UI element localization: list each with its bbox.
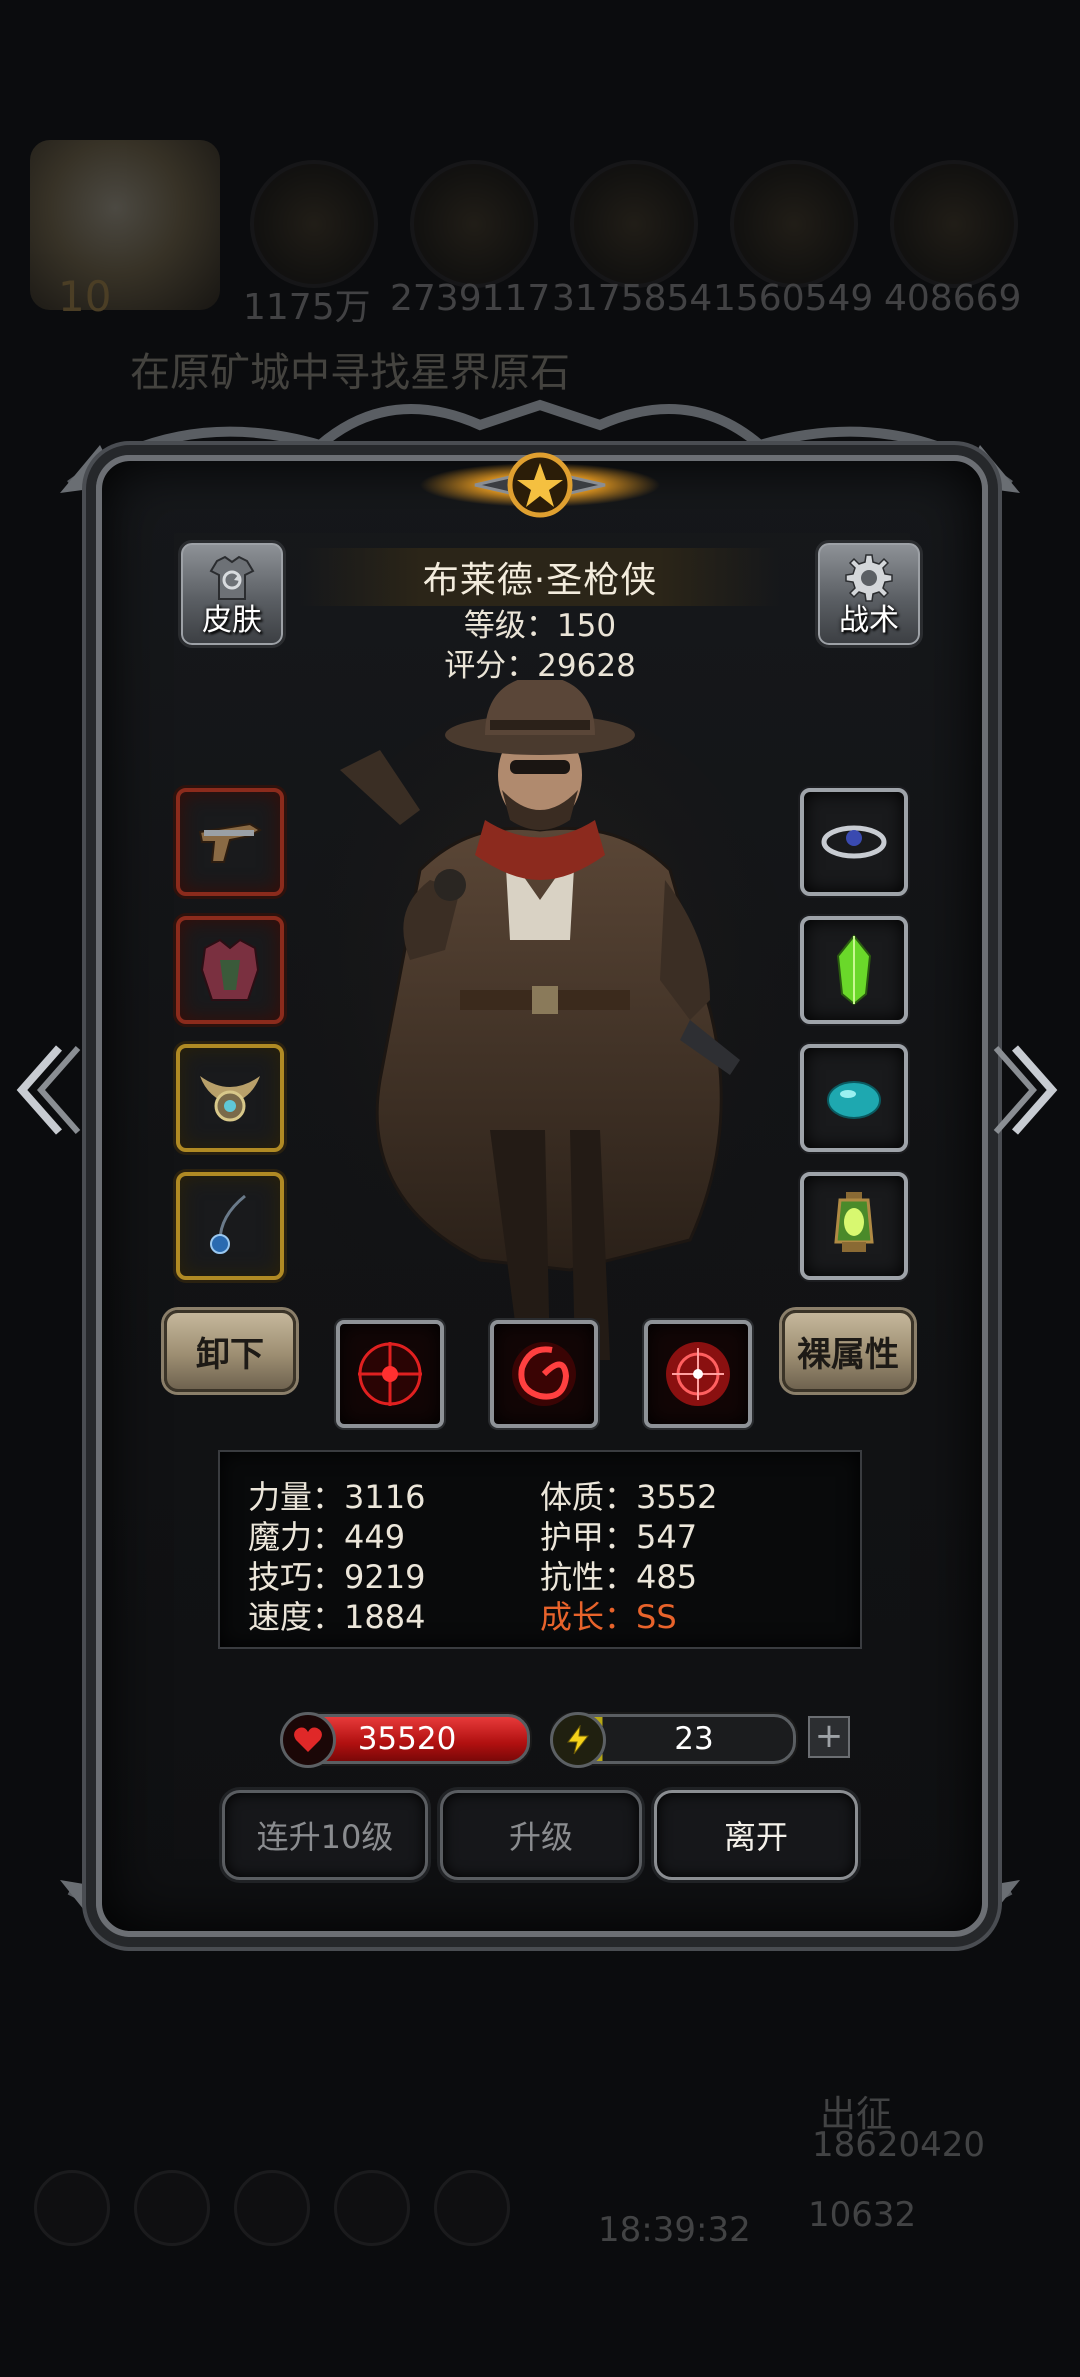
equipment-slot-amulet[interactable] — [176, 1044, 284, 1152]
gem-icon — [827, 1081, 881, 1119]
equipment-slot-pendant[interactable] — [176, 1172, 284, 1280]
base-attributes-button[interactable]: 裸属性 — [782, 1310, 914, 1392]
menu-icon — [434, 2170, 510, 2246]
equipment-slot-weapon[interactable] — [176, 788, 284, 896]
emblem-icon — [420, 452, 660, 518]
tactics-label: 战术 — [839, 603, 899, 638]
secondary-value: 10632 — [808, 2195, 917, 2235]
resource-icon — [570, 160, 698, 288]
menu-icon — [234, 2170, 310, 2246]
level-up-button[interactable]: 升级 — [440, 1790, 642, 1880]
unequip-button[interactable]: 卸下 — [164, 1310, 296, 1392]
hp-heart-badge — [280, 1712, 336, 1768]
resource-value: 408669 — [884, 278, 1022, 319]
ring-icon — [821, 825, 887, 859]
pistol-icon — [198, 822, 262, 863]
stat-speed: 速度：1884 — [248, 1598, 426, 1636]
crystal-icon — [836, 934, 872, 1006]
level-up-10-button[interactable]: 连升10级 — [222, 1790, 428, 1880]
skill-slot-1[interactable] — [336, 1320, 444, 1428]
hero-score: 评分：29628 — [444, 648, 636, 684]
march-value: 18620420 — [812, 2125, 986, 2165]
equipment-slot-crystal[interactable] — [800, 916, 908, 1024]
equipment-slot-armor[interactable] — [176, 916, 284, 1024]
energy-value: 23 — [674, 1721, 714, 1757]
skill-slot-3[interactable] — [644, 1320, 752, 1428]
menu-icon — [134, 2170, 210, 2246]
armor-icon — [200, 938, 260, 1001]
crosshair-skill-icon — [358, 1342, 422, 1406]
resource-icon — [890, 160, 1018, 288]
double-chevron-left-icon[interactable] — [14, 1040, 84, 1140]
hero-level: 等级：150 — [463, 608, 617, 644]
lantern-icon — [834, 1192, 874, 1252]
lightning-icon — [567, 1725, 590, 1755]
double-chevron-right-icon[interactable] — [990, 1040, 1060, 1140]
skill-slot-2[interactable] — [490, 1320, 598, 1428]
resource-value: 2739117 — [390, 278, 551, 319]
resource-value: 1175万 — [243, 287, 371, 328]
menu-icon — [334, 2170, 410, 2246]
clock: 18:39:32 — [598, 2210, 751, 2250]
target-skill-icon — [666, 1342, 730, 1406]
stats-panel: 力量：3116 魔力：449 技巧：9219 速度：1884 体质：3552 护… — [218, 1450, 862, 1649]
vortex-skill-icon — [512, 1342, 576, 1406]
resource-icon — [730, 160, 858, 288]
amulet-icon — [200, 1076, 260, 1122]
pendant-icon — [210, 1194, 246, 1254]
skin-button[interactable]: 皮肤 — [178, 540, 286, 648]
leave-button[interactable]: 离开 — [654, 1790, 858, 1880]
hero-name-bar: 布莱德·圣枪侠 — [300, 548, 780, 606]
menu-icon — [34, 2170, 110, 2246]
tactics-button[interactable]: 战术 — [815, 540, 923, 648]
hero-portrait — [280, 680, 800, 1360]
hero-name: 布莱德·圣枪侠 — [422, 560, 658, 601]
avatar-level: 10 — [58, 272, 112, 321]
skin-label: 皮肤 — [202, 603, 262, 638]
energy-bolt-badge — [550, 1712, 606, 1768]
resource-value: 1560549 — [713, 278, 874, 319]
equipment-slot-lantern[interactable] — [800, 1172, 908, 1280]
resource-icon — [250, 160, 378, 288]
resource-icon — [410, 160, 538, 288]
heart-icon — [294, 1727, 322, 1752]
stat-growth: 成长：SS — [540, 1598, 677, 1636]
equipment-slot-gem[interactable] — [800, 1044, 908, 1152]
equipment-slot-ring[interactable] — [800, 788, 908, 896]
plus-icon[interactable]: + — [808, 1716, 850, 1758]
resource-value: 3175854 — [552, 278, 713, 319]
